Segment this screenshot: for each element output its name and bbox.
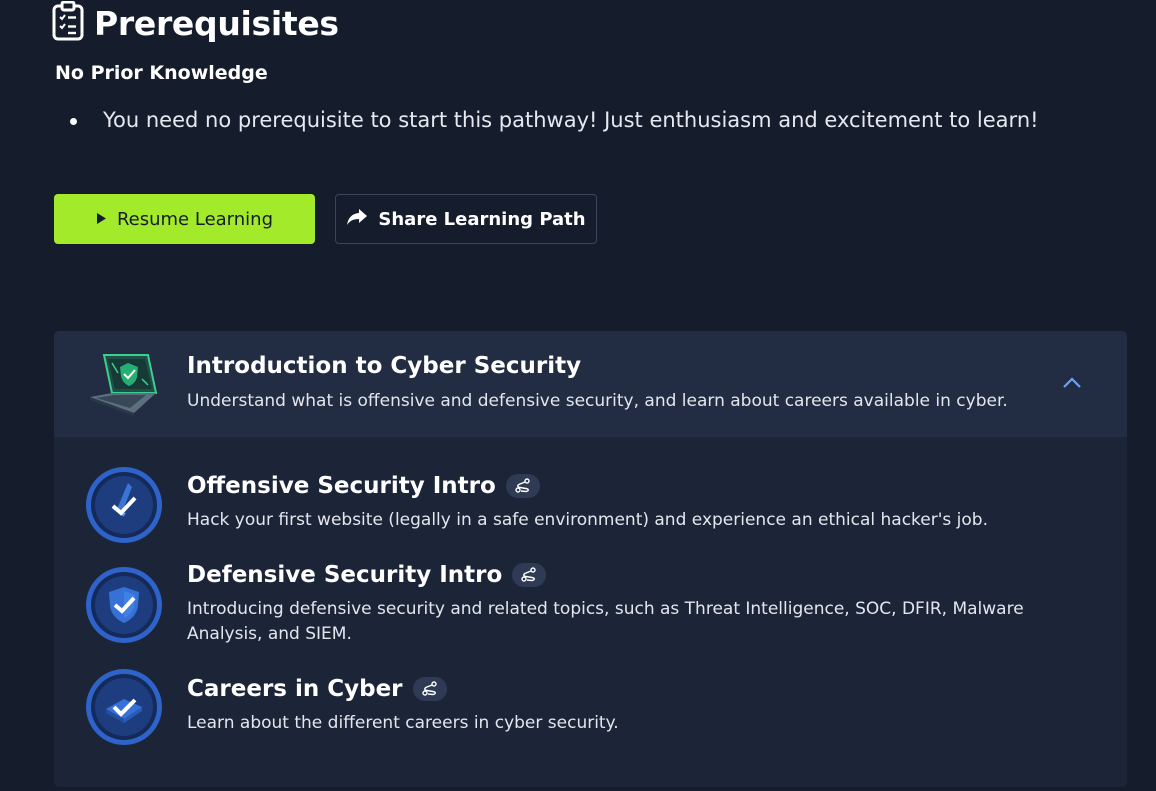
share-learning-path-label: Share Learning Path — [378, 208, 586, 230]
room-item[interactable]: Offensive Security Intro Hack your first… — [54, 451, 1127, 543]
resume-learning-label: Resume Learning — [116, 208, 274, 230]
laptop-shield-icon — [86, 349, 162, 421]
room-item[interactable]: Careers in Cyber Learn about the differe… — [54, 657, 1127, 757]
room-title[interactable]: Careers in Cyber — [187, 676, 403, 702]
prerequisites-header: Prerequisites — [52, 0, 339, 46]
room-description: Introducing defensive security and relat… — [187, 599, 1024, 644]
learning-path-page: Prerequisites No Prior Knowledge You nee… — [0, 0, 1156, 791]
module-description: Understand what is offensive and defensi… — [187, 391, 1008, 411]
resume-learning-button[interactable]: Resume Learning — [54, 194, 315, 244]
path-route-icon — [512, 563, 547, 587]
sword-badge-icon — [84, 465, 164, 545]
prereq-item: You need no prerequisite to start this p… — [55, 104, 1039, 136]
path-route-icon — [412, 677, 447, 701]
module-title: Introduction to Cyber Security — [187, 353, 582, 379]
share-learning-path-button[interactable]: Share Learning Path — [335, 194, 597, 244]
room-item[interactable]: Defensive Security Intro Introducing def… — [54, 551, 1127, 651]
shield-badge-icon — [84, 565, 164, 645]
share-arrow-icon — [346, 208, 368, 231]
module-header[interactable]: Introduction to Cyber Security Understan… — [54, 331, 1127, 437]
room-description: Learn about the different careers in cyb… — [187, 713, 619, 733]
room-description: Hack your first website (legally in a sa… — [187, 510, 988, 530]
room-title[interactable]: Offensive Security Intro — [187, 473, 496, 499]
chevron-up-icon[interactable] — [1060, 373, 1084, 393]
page-title: Prerequisites — [94, 3, 339, 43]
play-icon — [96, 209, 107, 230]
clipboard-checklist-icon — [52, 0, 84, 45]
briefcase-badge-icon — [84, 667, 164, 747]
prereq-list: You need no prerequisite to start this p… — [55, 104, 1039, 136]
room-title[interactable]: Defensive Security Intro — [187, 562, 502, 588]
room-title-row: Careers in Cyber — [187, 676, 447, 702]
room-title-row: Offensive Security Intro — [187, 473, 540, 499]
prereq-subheading: No Prior Knowledge — [55, 62, 268, 84]
module-card: Introduction to Cyber Security Understan… — [54, 331, 1127, 787]
path-route-icon — [505, 474, 540, 498]
room-title-row: Defensive Security Intro — [187, 562, 547, 588]
